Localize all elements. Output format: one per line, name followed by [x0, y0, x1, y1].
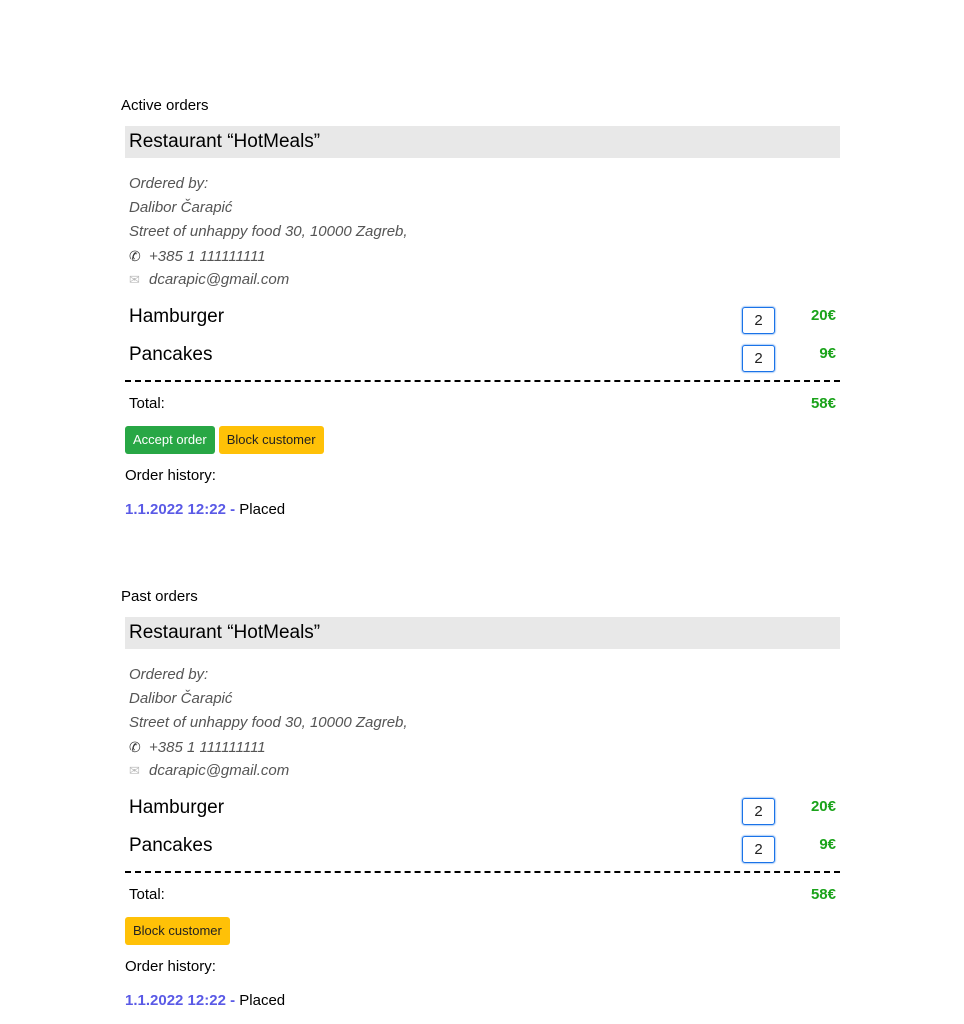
- customer-address: Street of unhappy food 30, 10000 Zagreb,: [129, 223, 408, 240]
- customer-name: Dalibor Čarapić: [129, 199, 233, 216]
- customer-info: Ordered by: Dalibor Čarapić Street of un…: [129, 663, 408, 783]
- customer-phone: +385 1 111111111: [149, 248, 266, 265]
- history-separator: -: [225, 501, 240, 518]
- history-entry: 1.1.2022 12:22 - Placed: [125, 500, 285, 520]
- history-entry: 1.1.2022 12:22 - Placed: [125, 991, 285, 1011]
- past-orders-title: Past orders: [121, 588, 198, 605]
- total-label: Total:: [129, 395, 165, 412]
- restaurant-header: Restaurant “HotMeals”: [125, 126, 840, 158]
- item-price: 9€: [819, 345, 836, 362]
- customer-name: Dalibor Čarapić: [129, 690, 233, 707]
- ordered-by-label: Ordered by:: [129, 666, 209, 683]
- customer-email: dcarapic@gmail.com: [149, 762, 290, 779]
- order-history-title: Order history:: [125, 958, 216, 975]
- block-customer-button[interactable]: Block customer: [125, 917, 230, 945]
- item-price: 20€: [810, 798, 836, 815]
- total-row: Total: 58€: [125, 885, 840, 905]
- customer-phone-line: ✆ +385 1 111111111: [129, 244, 408, 268]
- customer-phone-line: ✆ +385 1 111111111: [129, 735, 408, 759]
- item-name: Hamburger: [129, 306, 225, 327]
- phone-icon: ✆: [129, 739, 141, 755]
- order-item: Hamburger 2 20€: [125, 305, 840, 335]
- accept-order-button[interactable]: Accept order: [125, 426, 215, 454]
- item-name: Pancakes: [129, 835, 213, 856]
- ordered-by-label: Ordered by:: [129, 175, 209, 192]
- item-price: 20€: [810, 307, 836, 324]
- envelope-icon: ✉: [129, 763, 140, 778]
- order-actions: Block customer: [125, 917, 234, 945]
- quantity-field[interactable]: 2: [742, 307, 775, 334]
- customer-address: Street of unhappy food 30, 10000 Zagreb,: [129, 714, 408, 731]
- envelope-icon: ✉: [129, 272, 140, 287]
- total-row: Total: 58€: [125, 394, 840, 414]
- order-item: Pancakes 2 9€: [125, 343, 840, 373]
- quantity-field[interactable]: 2: [742, 836, 775, 863]
- order-actions: Accept order Block customer: [125, 426, 328, 454]
- item-name: Hamburger: [129, 797, 225, 818]
- restaurant-header: Restaurant “HotMeals”: [125, 617, 840, 649]
- total-divider: [125, 871, 840, 873]
- restaurant-name: Restaurant “HotMeals”: [129, 131, 321, 152]
- item-price: 9€: [819, 836, 836, 853]
- history-date: 1.1.2022 12:22: [125, 992, 226, 1009]
- restaurant-name: Restaurant “HotMeals”: [129, 622, 321, 643]
- phone-icon: ✆: [129, 248, 141, 264]
- total-label: Total:: [129, 886, 165, 903]
- item-name: Pancakes: [129, 344, 213, 365]
- customer-email-line: ✉ dcarapic@gmail.com: [129, 759, 408, 783]
- history-status: Placed: [239, 501, 286, 518]
- history-status: Placed: [239, 992, 286, 1009]
- order-history-title: Order history:: [125, 467, 216, 484]
- history-date: 1.1.2022 12:22: [125, 501, 226, 518]
- block-customer-button[interactable]: Block customer: [218, 426, 324, 454]
- total-divider: [125, 380, 840, 382]
- history-separator: -: [225, 992, 240, 1009]
- active-orders-title: Active orders: [121, 97, 209, 114]
- quantity-field[interactable]: 2: [742, 798, 775, 825]
- customer-phone: +385 1 111111111: [149, 739, 266, 756]
- customer-email: dcarapic@gmail.com: [149, 271, 290, 288]
- customer-info: Ordered by: Dalibor Čarapić Street of un…: [129, 172, 408, 292]
- order-item: Hamburger 2 20€: [125, 796, 840, 826]
- quantity-field[interactable]: 2: [742, 345, 775, 372]
- total-value: 58€: [810, 886, 836, 903]
- order-item: Pancakes 2 9€: [125, 834, 840, 864]
- customer-email-line: ✉ dcarapic@gmail.com: [129, 268, 408, 292]
- total-value: 58€: [810, 395, 836, 412]
